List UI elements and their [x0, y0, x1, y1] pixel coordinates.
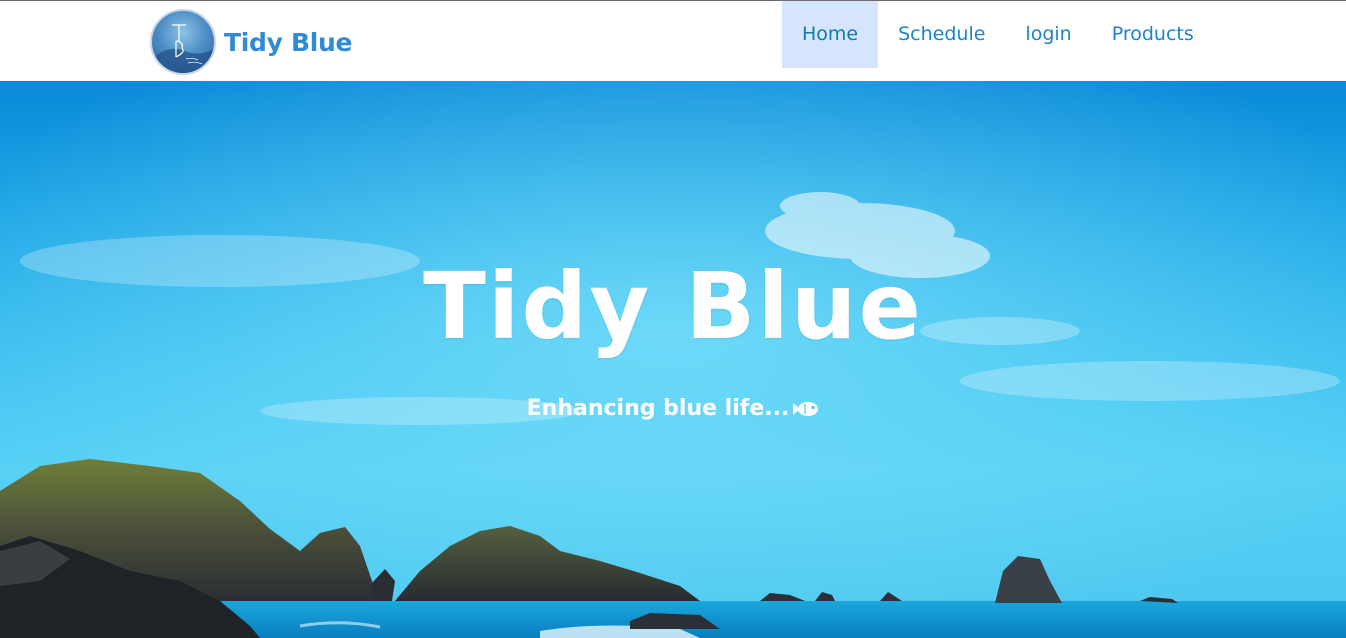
- brand-name: Tidy Blue: [224, 27, 353, 57]
- main-nav: Home Schedule login Products: [782, 1, 1214, 68]
- nav-products[interactable]: Products: [1092, 1, 1214, 68]
- hero-subtitle-text: Enhancing blue life...: [526, 396, 790, 421]
- nav-login[interactable]: login: [1005, 1, 1091, 68]
- site-header: Tidy Blue Home Schedule login Products: [0, 1, 1346, 81]
- fish-icon: [793, 402, 819, 416]
- nav-schedule[interactable]: Schedule: [878, 1, 1005, 68]
- hero-subtitle: Enhancing blue life...: [0, 396, 1346, 421]
- tidy-blue-logo-icon: [156, 24, 214, 73]
- hero-title: Tidy Blue: [423, 253, 923, 360]
- hero-banner: Tidy Blue Enhancing blue life...: [0, 81, 1346, 638]
- brand-link[interactable]: Tidy Blue: [150, 9, 353, 75]
- brand-logo: [150, 9, 216, 75]
- nav-home[interactable]: Home: [782, 1, 879, 68]
